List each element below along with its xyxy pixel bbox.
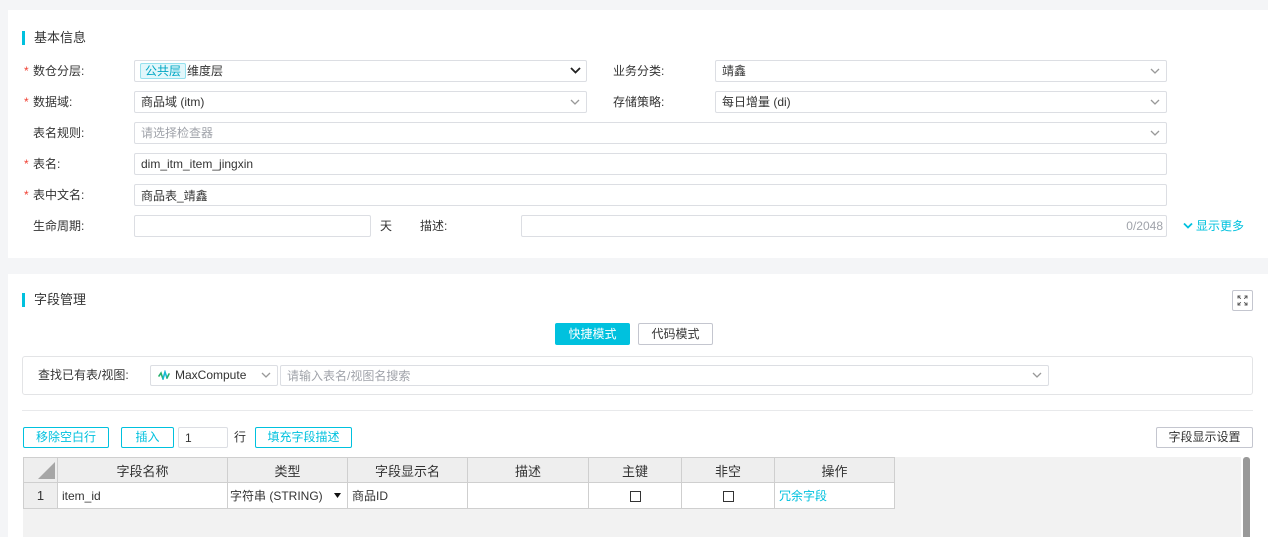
table-vertical-scrollbar[interactable] <box>1243 457 1250 537</box>
name-rule-placeholder: 请选择检查器 <box>141 126 214 140</box>
column-header-description: 描述 <box>467 457 589 483</box>
section-accent-bar <box>22 31 25 45</box>
table-search-input[interactable] <box>280 365 1049 386</box>
biz-category-select[interactable]: 靖鑫 <box>715 60 1167 82</box>
not-null-checkbox[interactable] <box>722 490 734 502</box>
layer-select[interactable]: 公共层 维度层 <box>134 60 587 82</box>
field-display-settings-button[interactable]: 字段显示设置 <box>1156 427 1253 448</box>
form-row-layer: * 数仓分层: 公共层 维度层 业务分类: 靖鑫 <box>8 60 1268 82</box>
name-rule-select[interactable]: 请选择检查器 <box>134 122 1167 144</box>
table-cn-name-input[interactable] <box>134 184 1167 206</box>
layer-value: 维度层 <box>187 64 224 78</box>
form-row-domain: * 数据域: 商品域 (itm) 存储策略: 每日增量 (di) <box>8 91 1268 113</box>
field-type-cell[interactable]: 字符串 (STRING) <box>227 482 348 509</box>
caret-down-icon[interactable] <box>334 493 341 498</box>
description-char-counter: 0/2048 <box>1126 219 1163 233</box>
table-cn-name-label: 表中文名: <box>33 188 85 202</box>
field-table: 字段名称 类型 字段显示名 描述 主键 非空 操作 1 item_id 字符串 … <box>23 457 1241 537</box>
biz-category-value: 靖鑫 <box>722 64 747 78</box>
required-mark: * <box>24 157 29 171</box>
chevron-down-icon <box>261 372 271 378</box>
show-more-link[interactable]: 显示更多 <box>1183 215 1244 237</box>
description-label: 描述: <box>420 219 448 233</box>
table-search-panel: 查找已有表/视图: MaxCompute <box>22 356 1253 395</box>
storage-policy-select[interactable]: 每日增量 (di) <box>715 91 1167 113</box>
column-header-type: 类型 <box>227 457 348 483</box>
chevron-down-icon <box>570 67 581 74</box>
maxcompute-icon <box>158 370 170 380</box>
field-name-cell[interactable]: item_id <box>57 482 228 509</box>
section-accent-bar <box>22 293 25 307</box>
field-display-name-cell[interactable]: 商品ID <box>347 482 468 509</box>
chevron-down-icon <box>570 99 580 105</box>
column-header-field-name: 字段名称 <box>57 457 228 483</box>
form-row-table-name: * 表名: <box>8 153 1268 175</box>
required-mark: * <box>24 95 29 109</box>
select-all-triangle-icon <box>38 462 55 479</box>
engine-value: MaxCompute <box>175 368 247 382</box>
column-header-display-name: 字段显示名 <box>347 457 468 483</box>
fullscreen-expand-icon <box>1237 295 1248 306</box>
storage-policy-label: 存储策略: <box>613 95 665 109</box>
required-mark: * <box>24 64 29 78</box>
field-type-value: 字符串 (STRING) <box>230 489 323 503</box>
insert-rows-button[interactable]: 插入 <box>121 427 174 448</box>
redundant-field-link[interactable]: 冗余字段 <box>779 489 827 503</box>
form-row-name-rule: 表名规则: 请选择检查器 <box>8 122 1268 144</box>
action-cell: 冗余字段 <box>774 482 895 509</box>
chevron-down-icon <box>1150 68 1160 74</box>
section-title-field-management: 字段管理 <box>34 292 87 307</box>
row-index[interactable]: 1 <box>23 482 58 509</box>
form-row-table-cn-name: * 表中文名: <box>8 184 1268 206</box>
required-mark: * <box>24 188 29 202</box>
primary-key-cell <box>588 482 682 509</box>
layer-label: 数仓分层: <box>33 64 85 78</box>
table-header-row: 字段名称 类型 字段显示名 描述 主键 非空 操作 <box>23 457 895 483</box>
column-header-action: 操作 <box>774 457 895 483</box>
biz-category-label: 业务分类: <box>613 64 665 78</box>
field-description-cell[interactable] <box>467 482 589 509</box>
not-null-cell <box>681 482 775 509</box>
insert-count-input[interactable] <box>178 427 228 448</box>
lifecycle-label: 生命周期: <box>33 219 85 233</box>
fullscreen-button[interactable] <box>1232 290 1253 311</box>
chevron-down-icon <box>1183 223 1193 230</box>
column-header-primary-key: 主键 <box>588 457 682 483</box>
column-header-not-null: 非空 <box>681 457 775 483</box>
domain-label: 数据域: <box>33 95 73 109</box>
table-name-label: 表名: <box>33 157 61 171</box>
lifecycle-input[interactable] <box>134 215 371 237</box>
show-more-label: 显示更多 <box>1196 219 1245 233</box>
engine-select[interactable]: MaxCompute <box>150 365 278 386</box>
description-input[interactable] <box>521 215 1167 237</box>
insert-rows-unit: 行 <box>234 430 247 444</box>
lifecycle-unit: 天 <box>380 219 393 233</box>
layer-tag: 公共层 <box>140 63 187 79</box>
table-name-input[interactable] <box>134 153 1167 175</box>
table-search-label: 查找已有表/视图: <box>38 368 129 382</box>
domain-value: 商品域 (itm) <box>141 95 205 109</box>
chevron-down-icon <box>1150 99 1160 105</box>
mode-code-button[interactable]: 代码模式 <box>638 323 713 345</box>
name-rule-label: 表名规则: <box>33 126 85 140</box>
divider <box>22 410 1253 411</box>
select-all-corner[interactable] <box>23 457 58 483</box>
mode-quick-button[interactable]: 快捷模式 <box>555 323 630 345</box>
form-row-lifecycle: 生命周期: 天 描述: 0/2048 显示更多 <box>8 215 1268 237</box>
primary-key-checkbox[interactable] <box>629 490 641 502</box>
remove-blank-rows-button[interactable]: 移除空白行 <box>23 427 109 448</box>
chevron-down-icon[interactable] <box>1032 372 1042 378</box>
chevron-down-icon <box>1150 130 1160 136</box>
fill-field-description-button[interactable]: 填充字段描述 <box>255 427 352 448</box>
section-title-basic-info: 基本信息 <box>34 30 87 45</box>
basic-info-card: 基本信息 * 数仓分层: 公共层 维度层 业务分类: 靖鑫 * 数据域: 商品域… <box>8 10 1268 258</box>
storage-policy-value: 每日增量 (di) <box>722 95 791 109</box>
domain-select[interactable]: 商品域 (itm) <box>134 91 587 113</box>
table-row: 1 item_id 字符串 (STRING) 商品ID 冗余字段 <box>23 482 895 509</box>
field-management-card: 字段管理 快捷模式 代码模式 查找已有表/视图: MaxCompute 移除空白… <box>8 274 1268 537</box>
